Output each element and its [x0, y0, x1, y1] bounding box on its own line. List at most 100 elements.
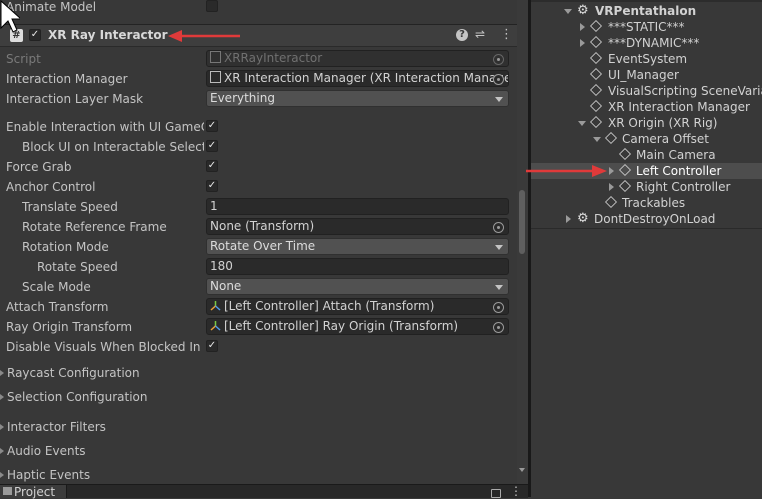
component-enabled-checkbox[interactable]: ✓: [29, 29, 41, 41]
script-row: Script XRRayInteractor: [0, 49, 516, 69]
raycast-configuration-foldout[interactable]: Raycast Configuration: [0, 363, 516, 383]
audio-events-foldout[interactable]: Audio Events: [0, 441, 516, 461]
hierarchy-item-label: ***DYNAMIC***: [608, 36, 700, 50]
rotation-mode-label: Rotation Mode: [22, 240, 109, 254]
scale-mode-dropdown[interactable]: None: [206, 278, 509, 295]
hierarchy-item-xr-interaction-manager[interactable]: XR Interaction Manager: [531, 99, 762, 115]
translate-speed-label: Translate Speed: [22, 200, 118, 214]
haptic-events-foldout[interactable]: Haptic Events: [0, 465, 516, 484]
attach-transform-field[interactable]: [Left Controller] Attach (Transform): [206, 298, 509, 315]
inspector-scrollbar[interactable]: [517, 0, 528, 484]
disable-visuals-row: Disable Visuals When Blocked In Gr ✓: [0, 337, 516, 357]
hierarchy-item-label: VisualScripting SceneVariab: [608, 84, 762, 98]
rotate-reference-frame-label: Rotate Reference Frame: [22, 220, 167, 234]
object-picker-icon[interactable]: [493, 322, 504, 333]
script-file-icon: [210, 51, 221, 63]
enable-ui-checkbox[interactable]: ✓: [206, 120, 218, 132]
component-file-icon: [210, 71, 221, 83]
context-menu-icon[interactable]: ⋮: [500, 27, 513, 42]
scale-mode-row: Scale Mode None: [0, 277, 516, 297]
script-label: Script: [6, 52, 41, 66]
hierarchy-item-eventsystem[interactable]: EventSystem: [531, 51, 762, 67]
scale-mode-value: None: [210, 279, 242, 293]
interaction-manager-field[interactable]: XR Interaction Manager (XR Interaction M…: [206, 70, 509, 87]
chevron-right-icon: [580, 23, 585, 31]
chevron-down-icon: [564, 9, 572, 14]
anchor-control-row: Anchor Control ✓: [0, 177, 516, 197]
hierarchy-item-ui-manager[interactable]: UI_Manager: [531, 67, 762, 83]
gameobject-icon: [589, 115, 603, 129]
component-header[interactable]: # ✓ XR Ray Interactor ? ⇌ ⋮: [0, 25, 528, 47]
ray-origin-transform-row: Ray Origin Transform [Left Controller] R…: [0, 317, 516, 337]
enable-ui-label: Enable Interaction with UI GameOb: [6, 120, 204, 134]
interaction-manager-value: XR Interaction Manager (XR Interaction M…: [224, 71, 509, 85]
animate-model-row: Animate Model: [0, 0, 516, 17]
chevron-down-icon: [495, 97, 503, 102]
chevron-right-icon: [609, 183, 614, 191]
project-tab[interactable]: Project: [0, 485, 67, 499]
project-tab-bar: Project ⋮: [0, 484, 528, 499]
block-ui-row: Block UI on Interactable Selectio ✓: [0, 137, 516, 157]
attach-transform-row: Attach Transform [Left Controller] Attac…: [0, 297, 516, 317]
rotate-speed-input[interactable]: 180: [206, 258, 509, 275]
selection-configuration-label: Selection Configuration: [7, 390, 148, 404]
rotate-speed-row: Rotate Speed 180: [0, 257, 516, 277]
gameobject-icon: [589, 51, 603, 65]
chevron-right-icon: [0, 370, 4, 376]
hierarchy-item-trackables[interactable]: Trackables: [531, 195, 762, 211]
hierarchy-item-visualscripting[interactable]: VisualScripting SceneVariab: [531, 83, 762, 99]
audio-events-label: Audio Events: [7, 444, 86, 458]
rotate-reference-frame-field[interactable]: None (Transform): [206, 218, 509, 235]
hierarchy-item-xr-origin[interactable]: XR Origin (XR Rig): [531, 115, 762, 131]
mouse-cursor-icon: [0, 0, 20, 33]
rotate-reference-frame-value: None (Transform): [210, 219, 315, 233]
interaction-layer-mask-dropdown[interactable]: Everything: [206, 90, 509, 107]
hierarchy-item-camera-offset[interactable]: Camera Offset: [531, 131, 762, 147]
attach-transform-value: [Left Controller] Attach (Transform): [224, 299, 435, 313]
presets-icon[interactable]: ⇌: [475, 27, 485, 41]
hierarchy-item-main-camera[interactable]: Main Camera: [531, 147, 762, 163]
disable-visuals-checkbox[interactable]: ✓: [206, 340, 218, 352]
chevron-right-icon: [0, 394, 4, 400]
interactor-filters-foldout[interactable]: Interactor Filters: [0, 417, 516, 437]
object-picker-icon[interactable]: [493, 222, 504, 233]
force-grab-checkbox[interactable]: ✓: [206, 160, 218, 172]
unity-scene-icon: ⚙: [577, 3, 589, 18]
object-picker-icon: [493, 54, 504, 65]
chevron-down-icon: [578, 121, 586, 126]
gameobject-icon: [589, 67, 603, 81]
gameobject-icon: [589, 35, 603, 49]
hierarchy-item-label: VRPentathalon: [595, 4, 697, 18]
inspector-panel: Animate Model # ✓ XR Ray Interactor ? ⇌ …: [0, 0, 528, 484]
interaction-manager-row: Interaction Manager XR Interaction Manag…: [0, 69, 516, 89]
object-picker-icon[interactable]: [493, 302, 504, 313]
attach-transform-label: Attach Transform: [6, 300, 109, 314]
rotation-mode-dropdown[interactable]: Rotate Over Time: [206, 238, 509, 255]
ray-origin-transform-label: Ray Origin Transform: [6, 320, 133, 334]
scroll-down-icon[interactable]: [519, 468, 525, 472]
chevron-down-icon: [495, 245, 503, 250]
animate-model-checkbox[interactable]: [206, 0, 218, 12]
hierarchy-item-label: XR Interaction Manager: [608, 100, 750, 114]
translate-speed-row: Translate Speed 1: [0, 197, 516, 217]
anchor-control-label: Anchor Control: [6, 180, 96, 194]
hierarchy-item-static[interactable]: ***STATIC***: [531, 19, 762, 35]
hierarchy-item-label: Left Controller: [636, 164, 722, 178]
gameobject-icon: [618, 147, 632, 161]
tab-menu-icon[interactable]: ⋮: [510, 484, 522, 498]
gameobject-icon: [604, 195, 618, 209]
translate-speed-input[interactable]: 1: [206, 198, 509, 215]
help-icon[interactable]: ?: [456, 29, 468, 41]
hierarchy-item-vrpentathalon[interactable]: ⚙ VRPentathalon: [531, 3, 762, 19]
ray-origin-transform-field[interactable]: [Left Controller] Ray Origin (Transform): [206, 318, 509, 335]
object-picker-icon[interactable]: [493, 74, 504, 85]
scrollbar-thumb[interactable]: [519, 190, 525, 254]
force-grab-row: Force Grab ✓: [0, 157, 516, 177]
hierarchy-item-label: Right Controller: [636, 180, 731, 194]
hierarchy-item-dynamic[interactable]: ***DYNAMIC***: [531, 35, 762, 51]
selection-configuration-foldout[interactable]: Selection Configuration: [0, 387, 516, 407]
hierarchy-item-dontdestroyonload[interactable]: ⚙ DontDestroyOnLoad: [531, 211, 762, 227]
anchor-control-checkbox[interactable]: ✓: [206, 180, 218, 192]
block-ui-checkbox[interactable]: ✓: [206, 140, 218, 152]
hierarchy-item-right-controller[interactable]: Right Controller: [531, 179, 762, 195]
